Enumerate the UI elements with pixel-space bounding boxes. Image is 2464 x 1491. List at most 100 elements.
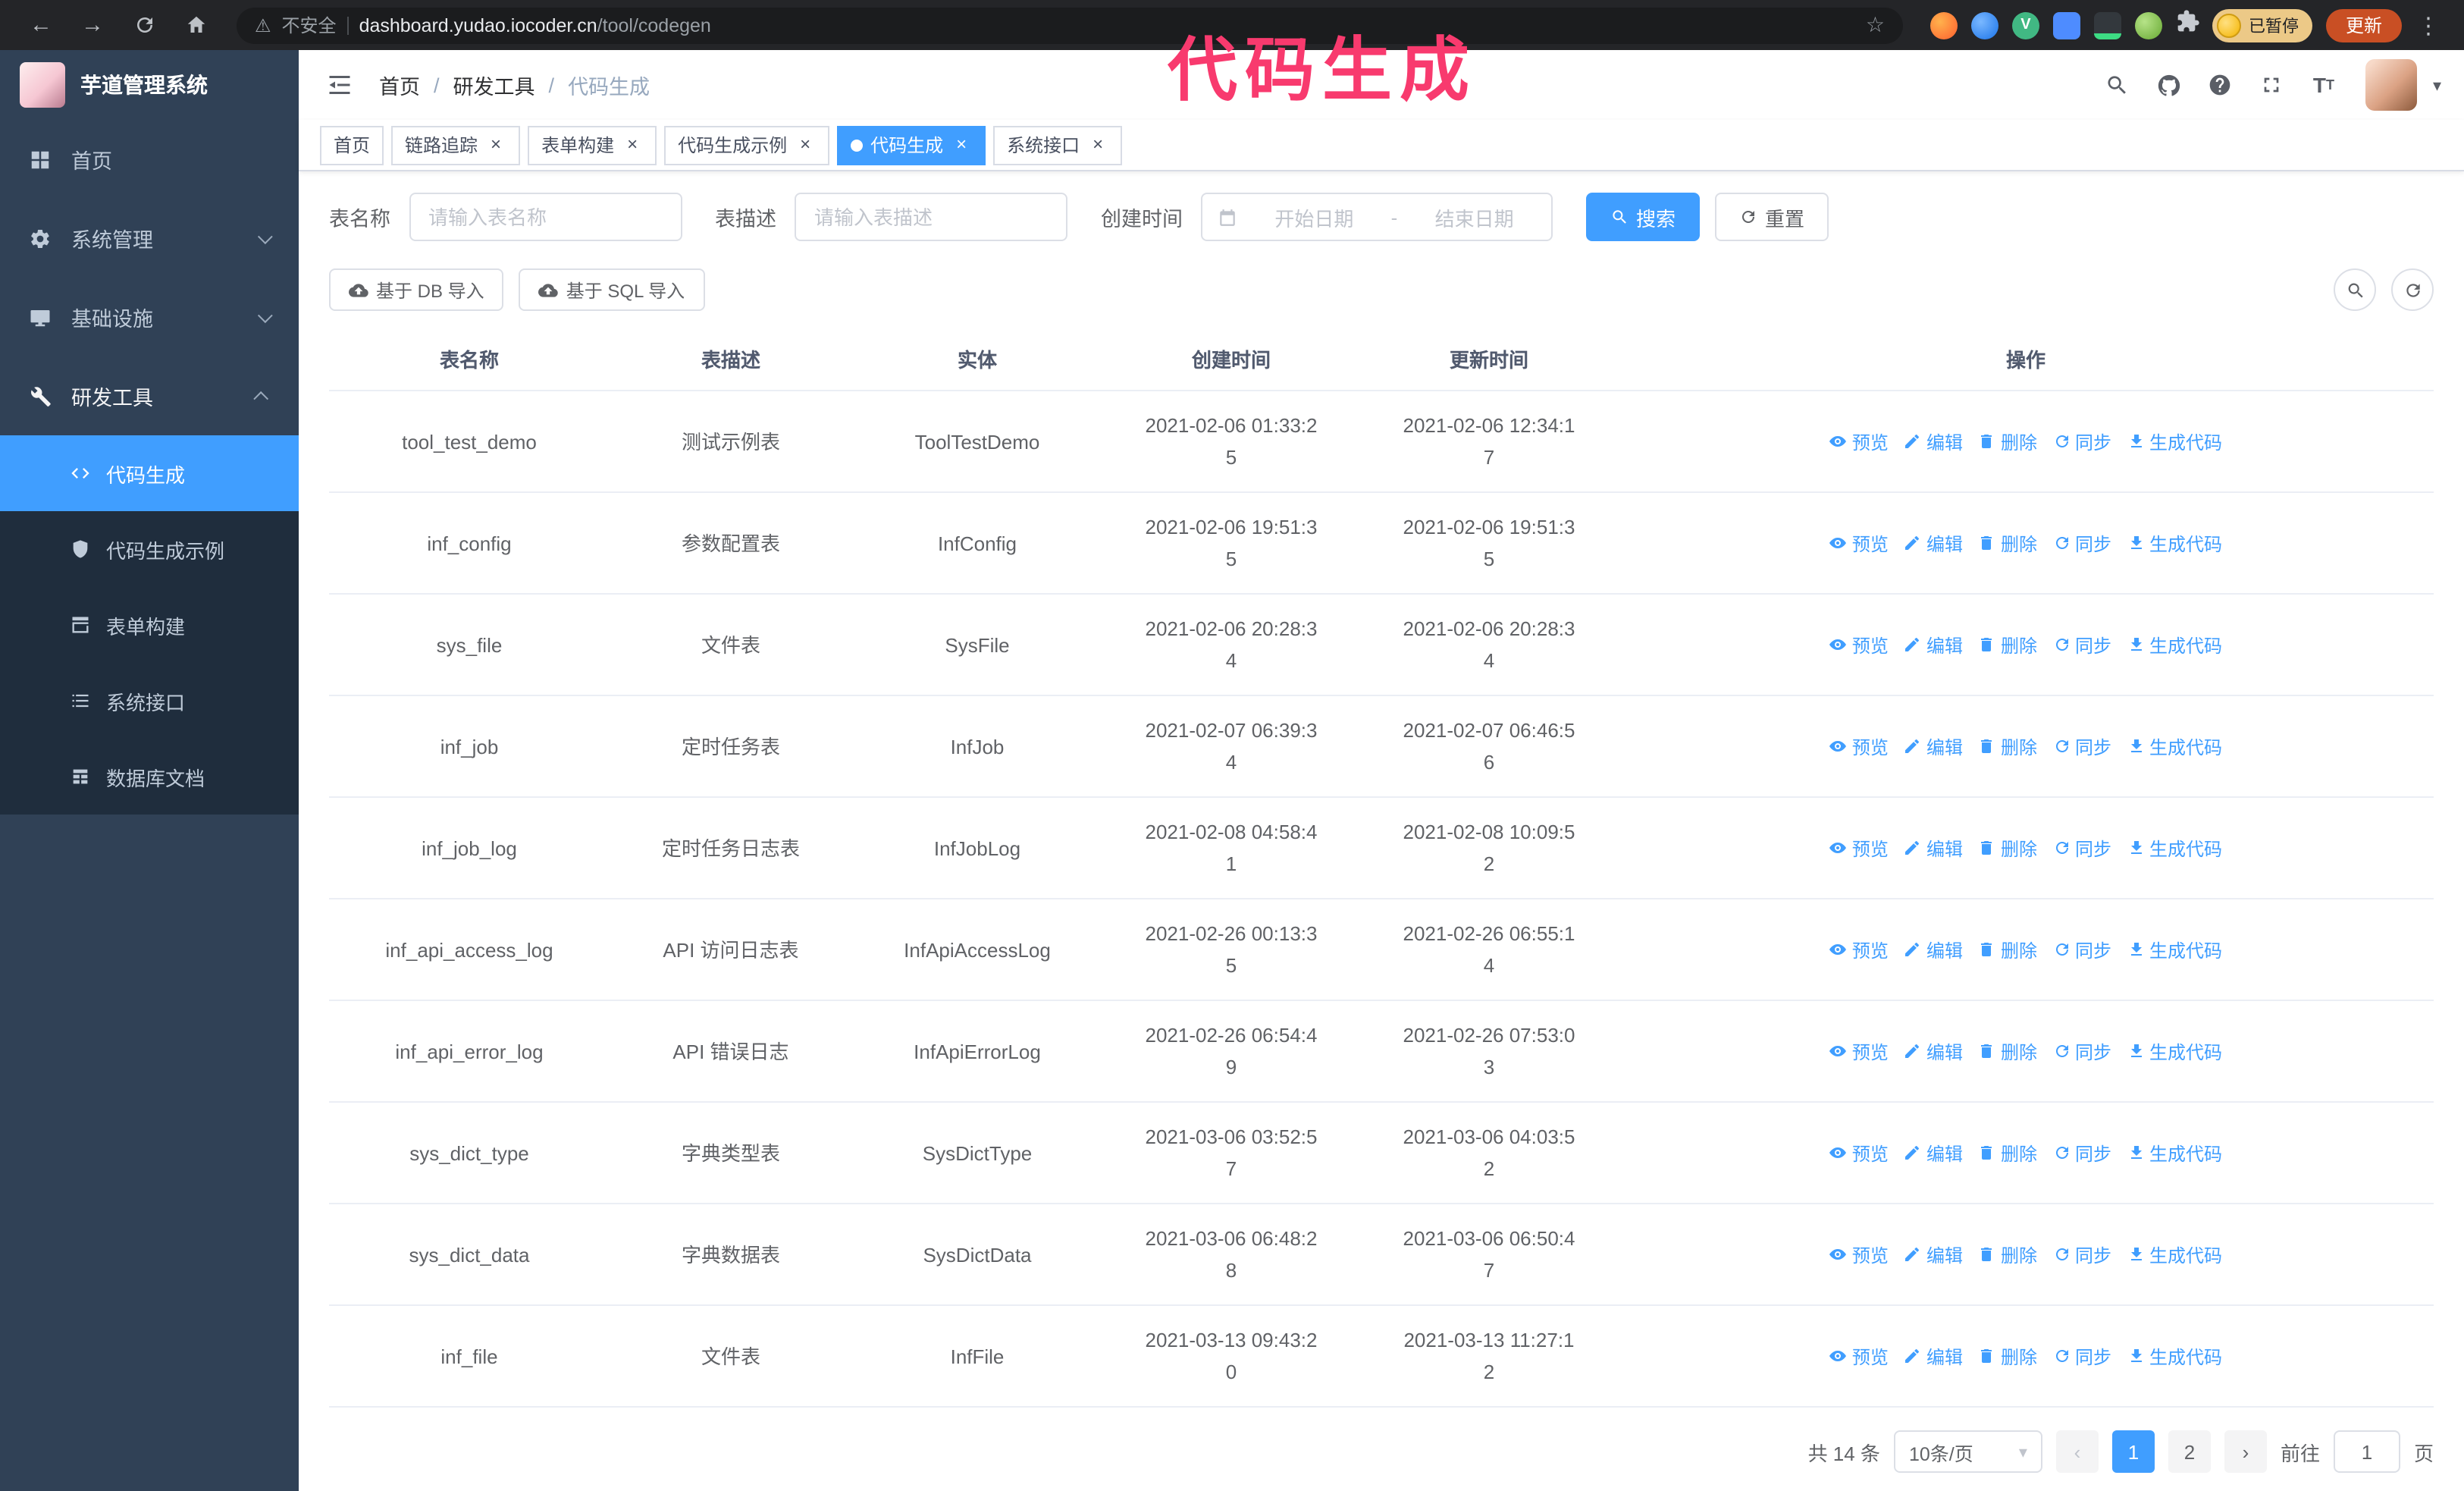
tab-codegen[interactable]: 代码生成 × (837, 125, 986, 165)
sidebar-item-form-builder[interactable]: 表单构建 (0, 587, 299, 663)
date-range-picker[interactable]: 开始日期 - 结束日期 (1201, 193, 1553, 241)
page-size-select[interactable]: 10条/页 ▾ (1893, 1430, 2042, 1473)
generate-code-link[interactable]: 生成代码 (2127, 835, 2222, 861)
sidebar-item-db-doc[interactable]: 数据库文档 (0, 739, 299, 815)
delete-link[interactable]: 删除 (1978, 428, 2037, 454)
browser-back-icon[interactable]: ← (27, 11, 55, 39)
sidebar-item-infra[interactable]: 基础设施 (0, 278, 299, 356)
sync-link[interactable]: 同步 (2052, 937, 2111, 962)
sync-link[interactable]: 同步 (2052, 632, 2111, 658)
hamburger-icon[interactable] (321, 67, 358, 103)
generate-code-link[interactable]: 生成代码 (2127, 1343, 2222, 1369)
sidebar-item-system-api[interactable]: 系统接口 (0, 663, 299, 739)
generate-code-link[interactable]: 生成代码 (2127, 530, 2222, 556)
delete-link[interactable]: 删除 (1978, 1140, 2037, 1166)
sync-link[interactable]: 同步 (2052, 1343, 2111, 1369)
preview-link[interactable]: 预览 (1829, 1038, 1889, 1064)
sidebar-item-codegen-example[interactable]: 代码生成示例 (0, 511, 299, 587)
tab-system-api[interactable]: 系统接口 × (993, 125, 1123, 165)
tab-trace[interactable]: 链路追踪 × (391, 125, 521, 165)
browser-menu-icon[interactable]: ⋮ (2408, 11, 2449, 39)
preview-link[interactable]: 预览 (1829, 428, 1889, 454)
delete-link[interactable]: 删除 (1978, 1343, 2037, 1369)
extension-fox-icon[interactable] (1930, 11, 1958, 39)
user-avatar[interactable] (2365, 59, 2418, 111)
browser-home-icon[interactable] (182, 11, 209, 39)
github-icon[interactable] (2148, 64, 2190, 106)
puzzle-extensions-icon[interactable] (2176, 9, 2200, 41)
breadcrumb-home[interactable]: 首页 (379, 70, 420, 100)
fullscreen-icon[interactable] (2251, 64, 2293, 106)
sidebar-item-home[interactable]: 首页 (0, 120, 299, 199)
close-icon[interactable]: × (622, 133, 643, 155)
delete-link[interactable]: 删除 (1978, 937, 2037, 962)
preview-link[interactable]: 预览 (1829, 733, 1889, 759)
edit-link[interactable]: 编辑 (1904, 530, 1963, 556)
delete-link[interactable]: 删除 (1978, 632, 2037, 658)
preview-link[interactable]: 预览 (1829, 632, 1889, 658)
edit-link[interactable]: 编辑 (1904, 1140, 1963, 1166)
help-icon[interactable] (2199, 64, 2242, 106)
extension-vue-devtools-icon[interactable]: V (2011, 11, 2039, 39)
preview-link[interactable]: 预览 (1829, 835, 1889, 861)
sidebar-item-codegen[interactable]: 代码生成 (0, 435, 299, 511)
tab-form-builder[interactable]: 表单构建 × (528, 125, 657, 165)
browser-update-button[interactable]: 更新 (2325, 8, 2402, 42)
delete-link[interactable]: 删除 (1978, 733, 2037, 759)
next-page-button[interactable]: › (2224, 1430, 2267, 1473)
edit-link[interactable]: 编辑 (1904, 632, 1963, 658)
prev-page-button[interactable]: ‹ (2055, 1430, 2099, 1473)
extension-leaf-icon[interactable] (2134, 11, 2162, 39)
edit-link[interactable]: 编辑 (1904, 1038, 1963, 1064)
search-icon[interactable] (2096, 64, 2139, 106)
preview-link[interactable]: 预览 (1829, 530, 1889, 556)
sync-link[interactable]: 同步 (2052, 835, 2111, 861)
page-button-1[interactable]: 1 (2111, 1430, 2155, 1473)
generate-code-link[interactable]: 生成代码 (2127, 733, 2222, 759)
delete-link[interactable]: 删除 (1978, 530, 2037, 556)
goto-page-input[interactable] (2333, 1430, 2400, 1473)
browser-forward-icon[interactable]: → (79, 11, 106, 39)
tab-home[interactable]: 首页 (320, 125, 384, 165)
generate-code-link[interactable]: 生成代码 (2127, 1140, 2222, 1166)
extension-drop-icon[interactable] (1970, 11, 1998, 39)
extension-grid-icon[interactable] (2052, 11, 2080, 39)
refresh-table-button[interactable] (2391, 268, 2434, 311)
generate-code-link[interactable]: 生成代码 (2127, 428, 2222, 454)
extension-dark-icon[interactable] (2093, 11, 2121, 39)
table-name-input[interactable] (409, 193, 682, 241)
browser-refresh-icon[interactable] (130, 11, 158, 39)
search-button[interactable]: 搜索 (1586, 193, 1701, 241)
font-size-icon[interactable]: TT (2303, 64, 2345, 106)
delete-link[interactable]: 删除 (1978, 835, 2037, 861)
import-sql-button[interactable]: 基于 SQL 导入 (519, 268, 705, 311)
preview-link[interactable]: 预览 (1829, 1241, 1889, 1267)
edit-link[interactable]: 编辑 (1904, 1343, 1963, 1369)
sync-link[interactable]: 同步 (2052, 1241, 2111, 1267)
preview-link[interactable]: 预览 (1829, 937, 1889, 962)
sidebar-item-dev-tools[interactable]: 研发工具 (0, 356, 299, 435)
edit-link[interactable]: 编辑 (1904, 1241, 1963, 1267)
close-icon[interactable]: × (795, 133, 816, 155)
preview-link[interactable]: 预览 (1829, 1343, 1889, 1369)
sync-link[interactable]: 同步 (2052, 1038, 2111, 1064)
delete-link[interactable]: 删除 (1978, 1241, 2037, 1267)
paused-profile-badge[interactable]: 已暂停 (2212, 8, 2312, 42)
page-button-2[interactable]: 2 (2168, 1430, 2211, 1473)
reset-button[interactable]: 重置 (1715, 193, 1829, 241)
toggle-search-button[interactable] (2334, 268, 2376, 311)
generate-code-link[interactable]: 生成代码 (2127, 1038, 2222, 1064)
close-icon[interactable]: × (485, 133, 506, 155)
avatar-caret-icon[interactable]: ▾ (2433, 75, 2441, 95)
close-icon[interactable]: × (951, 133, 972, 155)
address-bar[interactable]: ⚠ 不安全 dashboard.yudao.iocoder.cn/tool/co… (237, 7, 1903, 43)
tab-codegen-example[interactable]: 代码生成示例 × (664, 125, 830, 165)
sync-link[interactable]: 同步 (2052, 530, 2111, 556)
table-desc-input[interactable] (795, 193, 1067, 241)
sidebar-item-system[interactable]: 系统管理 (0, 199, 299, 278)
close-icon[interactable]: × (1087, 133, 1108, 155)
sync-link[interactable]: 同步 (2052, 1140, 2111, 1166)
sync-link[interactable]: 同步 (2052, 733, 2111, 759)
delete-link[interactable]: 删除 (1978, 1038, 2037, 1064)
import-db-button[interactable]: 基于 DB 导入 (329, 268, 504, 311)
